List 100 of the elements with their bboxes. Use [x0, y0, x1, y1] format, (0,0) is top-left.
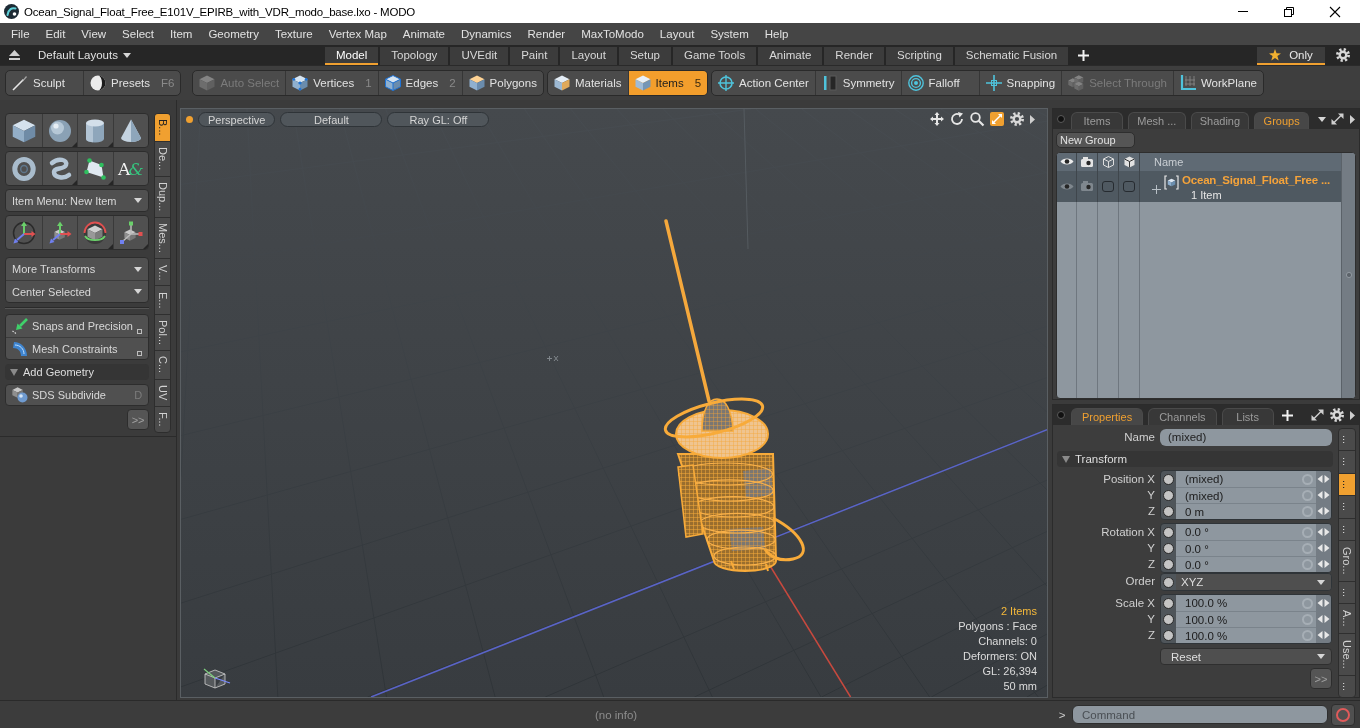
- tool-button[interactable]: [112, 216, 149, 249]
- side-tab[interactable]: Gro...: [1339, 540, 1355, 582]
- toolbar-button[interactable]: Polygons: [462, 71, 543, 95]
- rotate-icon[interactable]: [950, 112, 964, 126]
- menu-item[interactable]: Help: [756, 28, 797, 40]
- layout-tab[interactable]: Model: [325, 47, 379, 65]
- side-tab[interactable]: Dup...: [155, 176, 170, 218]
- panel-tab[interactable]: Mesh ...: [1128, 112, 1186, 129]
- camera-icon[interactable]: [1081, 156, 1093, 167]
- tool-button[interactable]: [77, 114, 113, 147]
- gear-icon[interactable]: [1335, 48, 1350, 62]
- transform-dropdown[interactable]: Center Selected: [6, 280, 149, 302]
- circle-toggle-icon[interactable]: [1163, 473, 1174, 485]
- circle-toggle-icon[interactable]: [1163, 597, 1174, 609]
- side-tab[interactable]: UV: [155, 379, 170, 407]
- panel-tab[interactable]: Properties: [1071, 408, 1144, 425]
- toolbar-button[interactable]: Falloff: [901, 71, 980, 95]
- view-option-button[interactable]: Ray GL: Off: [387, 112, 490, 127]
- side-tab[interactable]: ...: [1339, 451, 1355, 474]
- transform-dropdown[interactable]: More Transforms: [6, 258, 149, 280]
- left-right-arrows-icon[interactable]: [1316, 627, 1331, 643]
- panel-tab[interactable]: Lists: [1221, 408, 1274, 425]
- gear-icon[interactable]: [1330, 408, 1344, 422]
- circle-toggle-icon[interactable]: [1163, 576, 1174, 588]
- menu-item[interactable]: System: [702, 28, 757, 40]
- circle-toggle-icon[interactable]: [1163, 489, 1174, 501]
- viewport[interactable]: Perspective Default Ray GL: Off 2 Items Polygons : Face Channels: 0 Deformers: ON GL: 26,394 50 mm: [180, 108, 1048, 698]
- menu-item[interactable]: Select: [114, 28, 163, 40]
- side-tab[interactable]: V...: [155, 259, 170, 287]
- maximize-icon[interactable]: [1331, 113, 1344, 125]
- order-dropdown[interactable]: XYZ: [1176, 574, 1331, 590]
- side-tab[interactable]: Pol...: [155, 314, 170, 352]
- toolbar-button[interactable]: Edges 2: [378, 71, 463, 95]
- column-header[interactable]: Name: [1140, 155, 1184, 168]
- layout-tab[interactable]: Animate: [758, 47, 823, 65]
- layout-tab[interactable]: Scripting: [886, 47, 953, 65]
- menu-item[interactable]: File: [3, 28, 38, 40]
- left-right-arrows-icon[interactable]: [1316, 556, 1331, 572]
- toggle-button[interactable]: Mesh Constraints: [6, 337, 149, 359]
- toolbar-button[interactable]: Items 5: [628, 71, 708, 95]
- eject-icon[interactable]: [9, 50, 20, 60]
- tool-button[interactable]: [41, 114, 78, 147]
- layout-tab[interactable]: Render: [824, 47, 885, 65]
- toolbar-button[interactable]: WorkPlane: [1173, 71, 1263, 95]
- toolbar-button[interactable]: Vertices 1: [286, 71, 379, 95]
- only-filter-button[interactable]: Only: [1257, 47, 1325, 65]
- gear-icon[interactable]: [1010, 112, 1024, 126]
- toolbar-button[interactable]: Symmetry: [815, 71, 902, 95]
- value-field[interactable]: (mixed): [1176, 487, 1316, 503]
- cube-icon[interactable]: [1123, 155, 1135, 168]
- circle-toggle-icon[interactable]: [1163, 629, 1174, 641]
- left-right-arrows-icon[interactable]: [1316, 595, 1331, 611]
- new-group-button[interactable]: New Group: [1056, 132, 1135, 148]
- menu-item[interactable]: Render: [519, 28, 574, 40]
- value-field[interactable]: 100.0 %: [1176, 611, 1316, 627]
- menu-item[interactable]: Vertex Map: [320, 28, 395, 40]
- circle-toggle-icon[interactable]: [1163, 558, 1174, 570]
- layout-tab[interactable]: Paint: [510, 47, 559, 65]
- side-tab[interactable]: ...: [1339, 496, 1355, 519]
- value-field[interactable]: 0.0 °: [1176, 524, 1316, 540]
- toolbar-button[interactable]: Action Center: [712, 71, 816, 95]
- side-tab[interactable]: ...: [1339, 473, 1355, 497]
- side-tab[interactable]: F...: [155, 406, 170, 432]
- value-field[interactable]: 100.0 %: [1176, 627, 1316, 643]
- layout-tab[interactable]: Layout: [560, 47, 617, 65]
- menu-item[interactable]: Item: [162, 28, 201, 40]
- toolbar-button[interactable]: Materials: [547, 71, 629, 95]
- menu-item[interactable]: Animate: [394, 28, 453, 40]
- circle-toggle-icon[interactable]: [1163, 613, 1174, 625]
- menu-item[interactable]: Edit: [37, 28, 74, 40]
- text-tool-button[interactable]: A&: [112, 152, 149, 185]
- circle-toggle-icon[interactable]: [1163, 526, 1174, 538]
- scrollbar[interactable]: [1341, 152, 1355, 398]
- panel-tab[interactable]: Channels: [1148, 408, 1217, 425]
- caret-icon[interactable]: [1318, 116, 1326, 122]
- menu-item[interactable]: Texture: [266, 28, 321, 40]
- side-tab[interactable]: ...: [1339, 429, 1355, 452]
- name-field[interactable]: (mixed): [1160, 429, 1332, 446]
- reset-dropdown[interactable]: Reset: [1160, 648, 1332, 665]
- side-tab[interactable]: ...: [1339, 675, 1355, 697]
- tool-button[interactable]: [77, 216, 113, 249]
- layout-tab[interactable]: Topology: [380, 47, 449, 65]
- command-field[interactable]: Command: [1072, 705, 1328, 724]
- side-tab[interactable]: De...: [155, 142, 170, 177]
- layout-tab[interactable]: Setup: [618, 47, 671, 65]
- value-field[interactable]: 0.0 °: [1176, 556, 1316, 572]
- section-header[interactable]: Add Geometry: [5, 364, 150, 380]
- side-tab[interactable]: E...: [155, 286, 170, 315]
- panel-tab[interactable]: Groups: [1254, 112, 1309, 129]
- layouts-dropdown[interactable]: Default Layouts: [38, 49, 131, 61]
- menu-item[interactable]: MaxToModo: [573, 28, 652, 40]
- menu-item[interactable]: Dynamics: [453, 28, 520, 40]
- move-icon[interactable]: [930, 112, 944, 126]
- value-field[interactable]: 0 m: [1176, 503, 1316, 519]
- menu-item[interactable]: Layout: [651, 28, 703, 40]
- layout-tab[interactable]: Game Tools: [673, 47, 757, 65]
- layout-tab[interactable]: UVEdit: [450, 47, 509, 65]
- side-tab[interactable]: C...: [155, 351, 170, 380]
- left-right-arrows-icon[interactable]: [1316, 524, 1331, 540]
- value-field[interactable]: 100.0 %: [1176, 595, 1316, 611]
